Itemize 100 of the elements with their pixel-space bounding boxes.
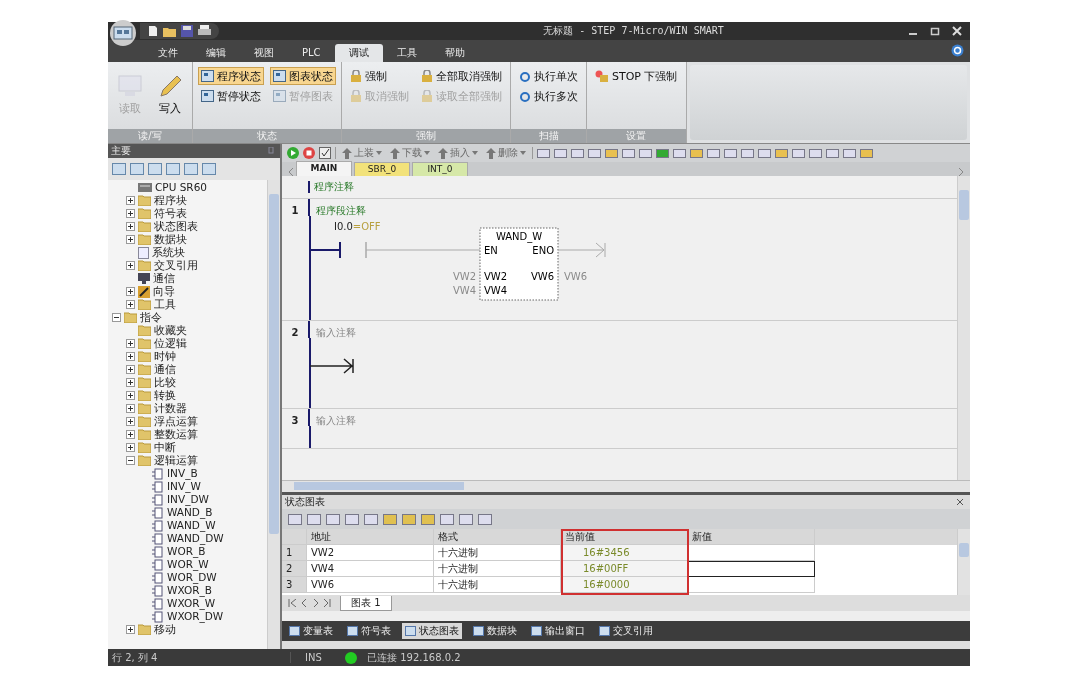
tree-item[interactable]: WXOR_W bbox=[167, 597, 216, 610]
ribbon-button[interactable]: 程序状态 bbox=[198, 67, 264, 85]
tree-item[interactable]: 整数运算 bbox=[154, 428, 198, 441]
tree-item[interactable]: 向导 bbox=[153, 285, 175, 298]
panel-tab[interactable]: 交叉引用 bbox=[596, 623, 656, 639]
horizontal-scrollbar[interactable] bbox=[282, 480, 970, 492]
program-tab[interactable]: INT_0 bbox=[412, 162, 468, 176]
tree-item[interactable]: 状态图表 bbox=[154, 220, 198, 233]
ribbon-button[interactable]: STOP 下强制 bbox=[592, 67, 681, 85]
tree-item[interactable]: 交叉引用 bbox=[154, 259, 198, 272]
save-icon[interactable] bbox=[181, 25, 193, 37]
tree-item[interactable]: 逻辑运算 bbox=[154, 454, 198, 467]
tree-item[interactable]: INV_DW bbox=[167, 493, 209, 506]
toolbar-icon[interactable] bbox=[130, 163, 144, 175]
menu-tab[interactable]: 帮助 bbox=[430, 44, 479, 62]
expand-toggle[interactable] bbox=[126, 196, 135, 205]
tree-item[interactable]: WOR_B bbox=[167, 545, 206, 558]
toolbar-icon[interactable] bbox=[307, 513, 321, 525]
panel-tab[interactable]: 数据块 bbox=[470, 623, 520, 639]
toolbar-icon[interactable] bbox=[421, 513, 435, 525]
tree-item[interactable]: 计数器 bbox=[154, 402, 187, 415]
help-icon[interactable] bbox=[951, 44, 964, 57]
table-cell[interactable] bbox=[688, 561, 815, 577]
tree-item[interactable]: 工具 bbox=[154, 298, 176, 311]
toolbar-icon[interactable] bbox=[690, 147, 703, 159]
tree-item[interactable]: WAND_W bbox=[167, 519, 216, 532]
tree-item[interactable]: 位逻辑 bbox=[154, 337, 187, 350]
ribbon-button[interactable]: 图表状态 bbox=[270, 67, 336, 85]
scrollbar[interactable] bbox=[267, 180, 280, 649]
toolbar-icon[interactable] bbox=[383, 513, 397, 525]
expand-toggle[interactable] bbox=[126, 430, 135, 439]
toolbar-icon[interactable] bbox=[148, 163, 162, 175]
tree-item[interactable]: 通信 bbox=[153, 272, 175, 285]
folder-icon[interactable] bbox=[163, 25, 176, 37]
toolbar-icon[interactable] bbox=[478, 513, 492, 525]
ribbon-button[interactable]: 执行多次 bbox=[516, 87, 581, 105]
toolbar-icon[interactable] bbox=[707, 147, 720, 159]
toolbar-icon[interactable] bbox=[202, 163, 216, 175]
tree-item[interactable]: 浮点运算 bbox=[154, 415, 198, 428]
menu-tab[interactable]: 调试 bbox=[334, 44, 383, 62]
tree-item[interactable]: WXOR_DW bbox=[167, 610, 224, 623]
toolbar-icon[interactable] bbox=[758, 147, 771, 159]
panel-tab[interactable]: 输出窗口 bbox=[528, 623, 588, 639]
compile-icon[interactable] bbox=[319, 147, 331, 159]
toolbar-icon[interactable] bbox=[112, 163, 126, 175]
toolbar-icon[interactable] bbox=[826, 147, 839, 159]
tree-item[interactable]: WOR_W bbox=[167, 558, 209, 571]
close-icon[interactable] bbox=[956, 498, 964, 506]
toolbar-icon[interactable] bbox=[571, 147, 584, 159]
program-tab[interactable]: MAIN bbox=[296, 161, 352, 176]
expand-toggle[interactable] bbox=[126, 456, 135, 465]
toolbar-icon[interactable] bbox=[364, 513, 378, 525]
ribbon-button[interactable]: 全部取消强制 bbox=[418, 67, 505, 85]
toolbar-icon[interactable] bbox=[639, 147, 652, 159]
run-icon[interactable] bbox=[287, 147, 299, 159]
tree-item[interactable]: 通信 bbox=[154, 363, 176, 376]
application-button[interactable] bbox=[110, 20, 136, 46]
program-tab[interactable]: SBR_0 bbox=[354, 162, 410, 176]
panel-tab[interactable]: 符号表 bbox=[344, 623, 394, 639]
menu-tab[interactable]: 视图 bbox=[240, 44, 288, 62]
toolbar-icon[interactable] bbox=[656, 147, 669, 159]
toolbar-icon[interactable] bbox=[166, 163, 180, 175]
expand-toggle[interactable] bbox=[126, 625, 135, 634]
tree-item[interactable]: WAND_DW bbox=[167, 532, 224, 545]
expand-toggle[interactable] bbox=[126, 261, 135, 270]
toolbar-icon[interactable] bbox=[741, 147, 754, 159]
tree-item[interactable]: CPU SR60 bbox=[155, 181, 207, 194]
toolbar-icon[interactable] bbox=[809, 147, 822, 159]
toolbar-icon[interactable] bbox=[554, 147, 567, 159]
expand-toggle[interactable] bbox=[126, 352, 135, 361]
toolbar-icon[interactable] bbox=[537, 147, 550, 159]
toolbar-icon[interactable] bbox=[622, 147, 635, 159]
expand-toggle[interactable] bbox=[126, 404, 135, 413]
ribbon-button[interactable]: 暂停状态 bbox=[198, 87, 264, 105]
tree-item[interactable]: 比较 bbox=[154, 376, 176, 389]
expand-toggle[interactable] bbox=[126, 339, 135, 348]
toolbar-icon[interactable] bbox=[605, 147, 618, 159]
toolbar-icon[interactable] bbox=[588, 147, 601, 159]
tree-item[interactable]: WAND_B bbox=[167, 506, 213, 519]
pin-icon[interactable] bbox=[268, 147, 274, 155]
expand-toggle[interactable] bbox=[126, 378, 135, 387]
navigation-arrows-icon[interactable] bbox=[288, 599, 334, 607]
toolbar-icon[interactable] bbox=[402, 513, 416, 525]
ribbon-button[interactable]: 执行单次 bbox=[516, 67, 581, 85]
toolbar-icon[interactable] bbox=[326, 513, 340, 525]
tree-item[interactable]: 符号表 bbox=[154, 207, 187, 220]
toolbar-icon[interactable] bbox=[440, 513, 454, 525]
tree-item[interactable]: 数据块 bbox=[154, 233, 187, 246]
expand-toggle[interactable] bbox=[112, 313, 121, 322]
ribbon-button[interactable]: 写入 bbox=[153, 67, 187, 123]
expand-toggle[interactable] bbox=[126, 287, 135, 296]
expand-toggle[interactable] bbox=[126, 300, 135, 309]
sheet-tab[interactable]: 图表 1 bbox=[340, 595, 392, 611]
scrollbar[interactable] bbox=[957, 176, 970, 480]
expand-toggle[interactable] bbox=[126, 209, 135, 218]
tree-item[interactable]: WOR_DW bbox=[167, 571, 217, 584]
toolbar-icon[interactable] bbox=[288, 513, 302, 525]
tree-item[interactable]: 程序块 bbox=[154, 194, 187, 207]
menu-tab[interactable]: 编辑 bbox=[192, 44, 240, 62]
expand-toggle[interactable] bbox=[126, 391, 135, 400]
